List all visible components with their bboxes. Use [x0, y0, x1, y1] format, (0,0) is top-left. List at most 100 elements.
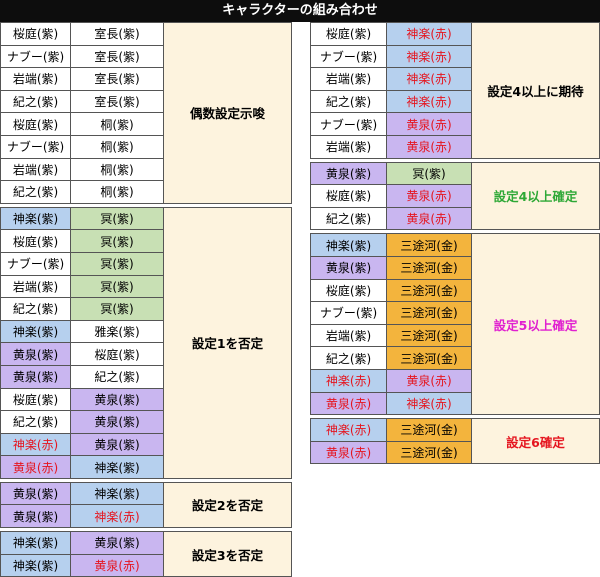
character-first-cell: ナブー(紫) — [0, 251, 71, 276]
character-second-cell: 冥(紫) — [70, 251, 164, 276]
character-first-cell: 紀之(紫) — [310, 346, 387, 370]
character-first-cell: 黄泉(赤) — [310, 391, 387, 416]
character-first-cell: 神楽(紫) — [310, 233, 387, 257]
character-first-cell: 岩端(紫) — [0, 67, 71, 91]
character-second-cell: 紀之(紫) — [70, 364, 164, 389]
left-combination-panel: 桜庭(紫) 室長(紫) 偶数設定示唆 ナブー(紫) 室長(紫) 岩端(紫) 室長(紫) 紀之(… — [0, 22, 292, 577]
character-second-cell: 三途河(金) — [386, 233, 472, 257]
character-second-cell: 神楽(紫) — [70, 455, 164, 479]
combination-row: 黄泉(紫) 冥(紫) 設定4以上確定 — [310, 161, 600, 231]
character-second-cell: 桐(紫) — [70, 157, 164, 182]
result-label: 設定3を否定 — [163, 531, 292, 577]
character-first-cell: ナブー(紫) — [0, 44, 71, 69]
character-first-cell: 岩端(紫) — [310, 134, 387, 159]
character-first-cell: 神楽(赤) — [310, 368, 387, 393]
character-first-cell: 黄泉(紫) — [0, 481, 71, 506]
result-label: 設定5以上確定 — [471, 233, 600, 416]
character-second-cell: 神楽(赤) — [386, 67, 472, 91]
right-combination-panel: 桜庭(紫) 神楽(赤) 設定4以上に期待 ナブー(紫) 神楽(赤) 岩端(紫) 神楽(赤) 紀… — [310, 22, 600, 465]
character-first-cell: 黄泉(紫) — [0, 504, 71, 529]
combination-row: 桜庭(紫) 神楽(赤) 設定4以上に期待 — [310, 22, 600, 159]
character-first-cell: 岩端(紫) — [310, 323, 387, 348]
character-first-cell: 紀之(紫) — [310, 206, 387, 231]
character-second-cell: 冥(紫) — [386, 161, 472, 186]
character-first-cell: 紀之(紫) — [0, 297, 71, 321]
combination-row: 黄泉(紫) 神楽(紫) 設定2を否定 — [0, 481, 292, 529]
character-first-cell: ナブー(紫) — [310, 301, 387, 325]
character-first-cell: 桜庭(紫) — [310, 22, 387, 46]
character-second-cell: 黄泉(紫) — [70, 410, 164, 434]
character-first-cell: 黄泉(紫) — [310, 255, 387, 280]
character-second-cell: 黄泉(紫) — [70, 387, 164, 412]
right-combination-table: 桜庭(紫) 神楽(赤) 設定4以上に期待 ナブー(紫) 神楽(赤) 岩端(紫) 神楽(赤) 紀… — [310, 22, 600, 465]
character-first-cell: 黄泉(赤) — [310, 440, 387, 465]
character-second-cell: 室長(紫) — [70, 89, 164, 114]
character-first-cell: 神楽(紫) — [0, 531, 71, 555]
character-second-cell: 冥(紫) — [70, 206, 164, 231]
result-label: 設定2を否定 — [163, 481, 292, 529]
result-label: 設定4以上に期待 — [471, 22, 600, 159]
character-second-cell: 三途河(金) — [386, 418, 472, 442]
combination-row: 桜庭(紫) 室長(紫) 偶数設定示唆 — [0, 22, 292, 204]
character-second-cell: 室長(紫) — [70, 44, 164, 69]
character-second-cell: 神楽(赤) — [386, 89, 472, 114]
character-first-cell: 神楽(赤) — [310, 418, 387, 442]
character-second-cell: 三途河(金) — [386, 278, 472, 303]
character-first-cell: 神楽(紫) — [0, 553, 71, 577]
result-label: 設定1を否定 — [163, 206, 292, 479]
page-title: キャラクターの組み合わせ — [0, 0, 600, 22]
character-first-cell: ナブー(紫) — [310, 112, 387, 136]
character-second-cell: 冥(紫) — [70, 297, 164, 321]
character-second-cell: 室長(紫) — [70, 22, 164, 46]
character-first-cell: 紀之(紫) — [310, 89, 387, 114]
character-second-cell: 神楽(赤) — [70, 504, 164, 529]
character-first-cell: ナブー(紫) — [310, 44, 387, 69]
result-label: 設定6確定 — [471, 418, 600, 465]
character-second-cell: 桐(紫) — [70, 112, 164, 136]
character-first-cell: 桜庭(紫) — [0, 229, 71, 253]
character-first-cell: 岩端(紫) — [0, 157, 71, 182]
character-second-cell: 黄泉(紫) — [70, 432, 164, 457]
character-second-cell: 三途河(金) — [386, 255, 472, 280]
character-second-cell: 神楽(紫) — [70, 481, 164, 506]
character-second-cell: 三途河(金) — [386, 346, 472, 370]
character-first-cell: 桜庭(紫) — [310, 184, 387, 208]
character-first-cell: 黄泉(紫) — [310, 161, 387, 186]
character-first-cell: ナブー(紫) — [0, 134, 71, 159]
character-second-cell: 三途河(金) — [386, 440, 472, 465]
character-second-cell: 桜庭(紫) — [70, 342, 164, 366]
character-first-cell: 桜庭(紫) — [0, 112, 71, 136]
character-second-cell: 黄泉(赤) — [386, 134, 472, 159]
character-first-cell: 桜庭(紫) — [310, 278, 387, 303]
character-second-cell: 三途河(金) — [386, 301, 472, 325]
character-second-cell: 黄泉(赤) — [386, 368, 472, 393]
character-second-cell: 黄泉(赤) — [386, 206, 472, 231]
character-second-cell: 冥(紫) — [70, 229, 164, 253]
character-second-cell: 黄泉(紫) — [70, 531, 164, 555]
result-label: 設定4以上確定 — [471, 161, 600, 231]
character-second-cell: 冥(紫) — [70, 274, 164, 299]
character-first-cell: 紀之(紫) — [0, 180, 71, 204]
character-second-cell: 黄泉(赤) — [386, 184, 472, 208]
result-label: 偶数設定示唆 — [163, 22, 292, 204]
character-first-cell: 紀之(紫) — [0, 89, 71, 114]
character-first-cell: 黄泉(赤) — [0, 455, 71, 479]
character-second-cell: 室長(紫) — [70, 67, 164, 91]
character-second-cell: 雅楽(紫) — [70, 319, 164, 344]
character-second-cell: 桐(紫) — [70, 180, 164, 204]
character-first-cell: 神楽(紫) — [0, 206, 71, 231]
character-first-cell: 桜庭(紫) — [0, 22, 71, 46]
combination-row: 神楽(紫) 三途河(金) 設定5以上確定 — [310, 233, 600, 416]
character-first-cell: 岩端(紫) — [0, 274, 71, 299]
character-second-cell: 黄泉(赤) — [386, 112, 472, 136]
character-first-cell: 神楽(紫) — [0, 319, 71, 344]
combination-row: 神楽(赤) 三途河(金) 設定6確定 — [310, 418, 600, 465]
combination-row: 神楽(紫) 冥(紫) 設定1を否定 — [0, 206, 292, 479]
character-first-cell: 紀之(紫) — [0, 410, 71, 434]
character-first-cell: 黄泉(紫) — [0, 364, 71, 389]
character-second-cell: 桐(紫) — [70, 134, 164, 159]
character-second-cell: 黄泉(赤) — [70, 553, 164, 577]
combination-row: 神楽(紫) 黄泉(紫) 設定3を否定 — [0, 531, 292, 577]
left-combination-table: 桜庭(紫) 室長(紫) 偶数設定示唆 ナブー(紫) 室長(紫) 岩端(紫) 室長(紫) 紀之(… — [0, 22, 292, 577]
character-first-cell: 神楽(赤) — [0, 432, 71, 457]
